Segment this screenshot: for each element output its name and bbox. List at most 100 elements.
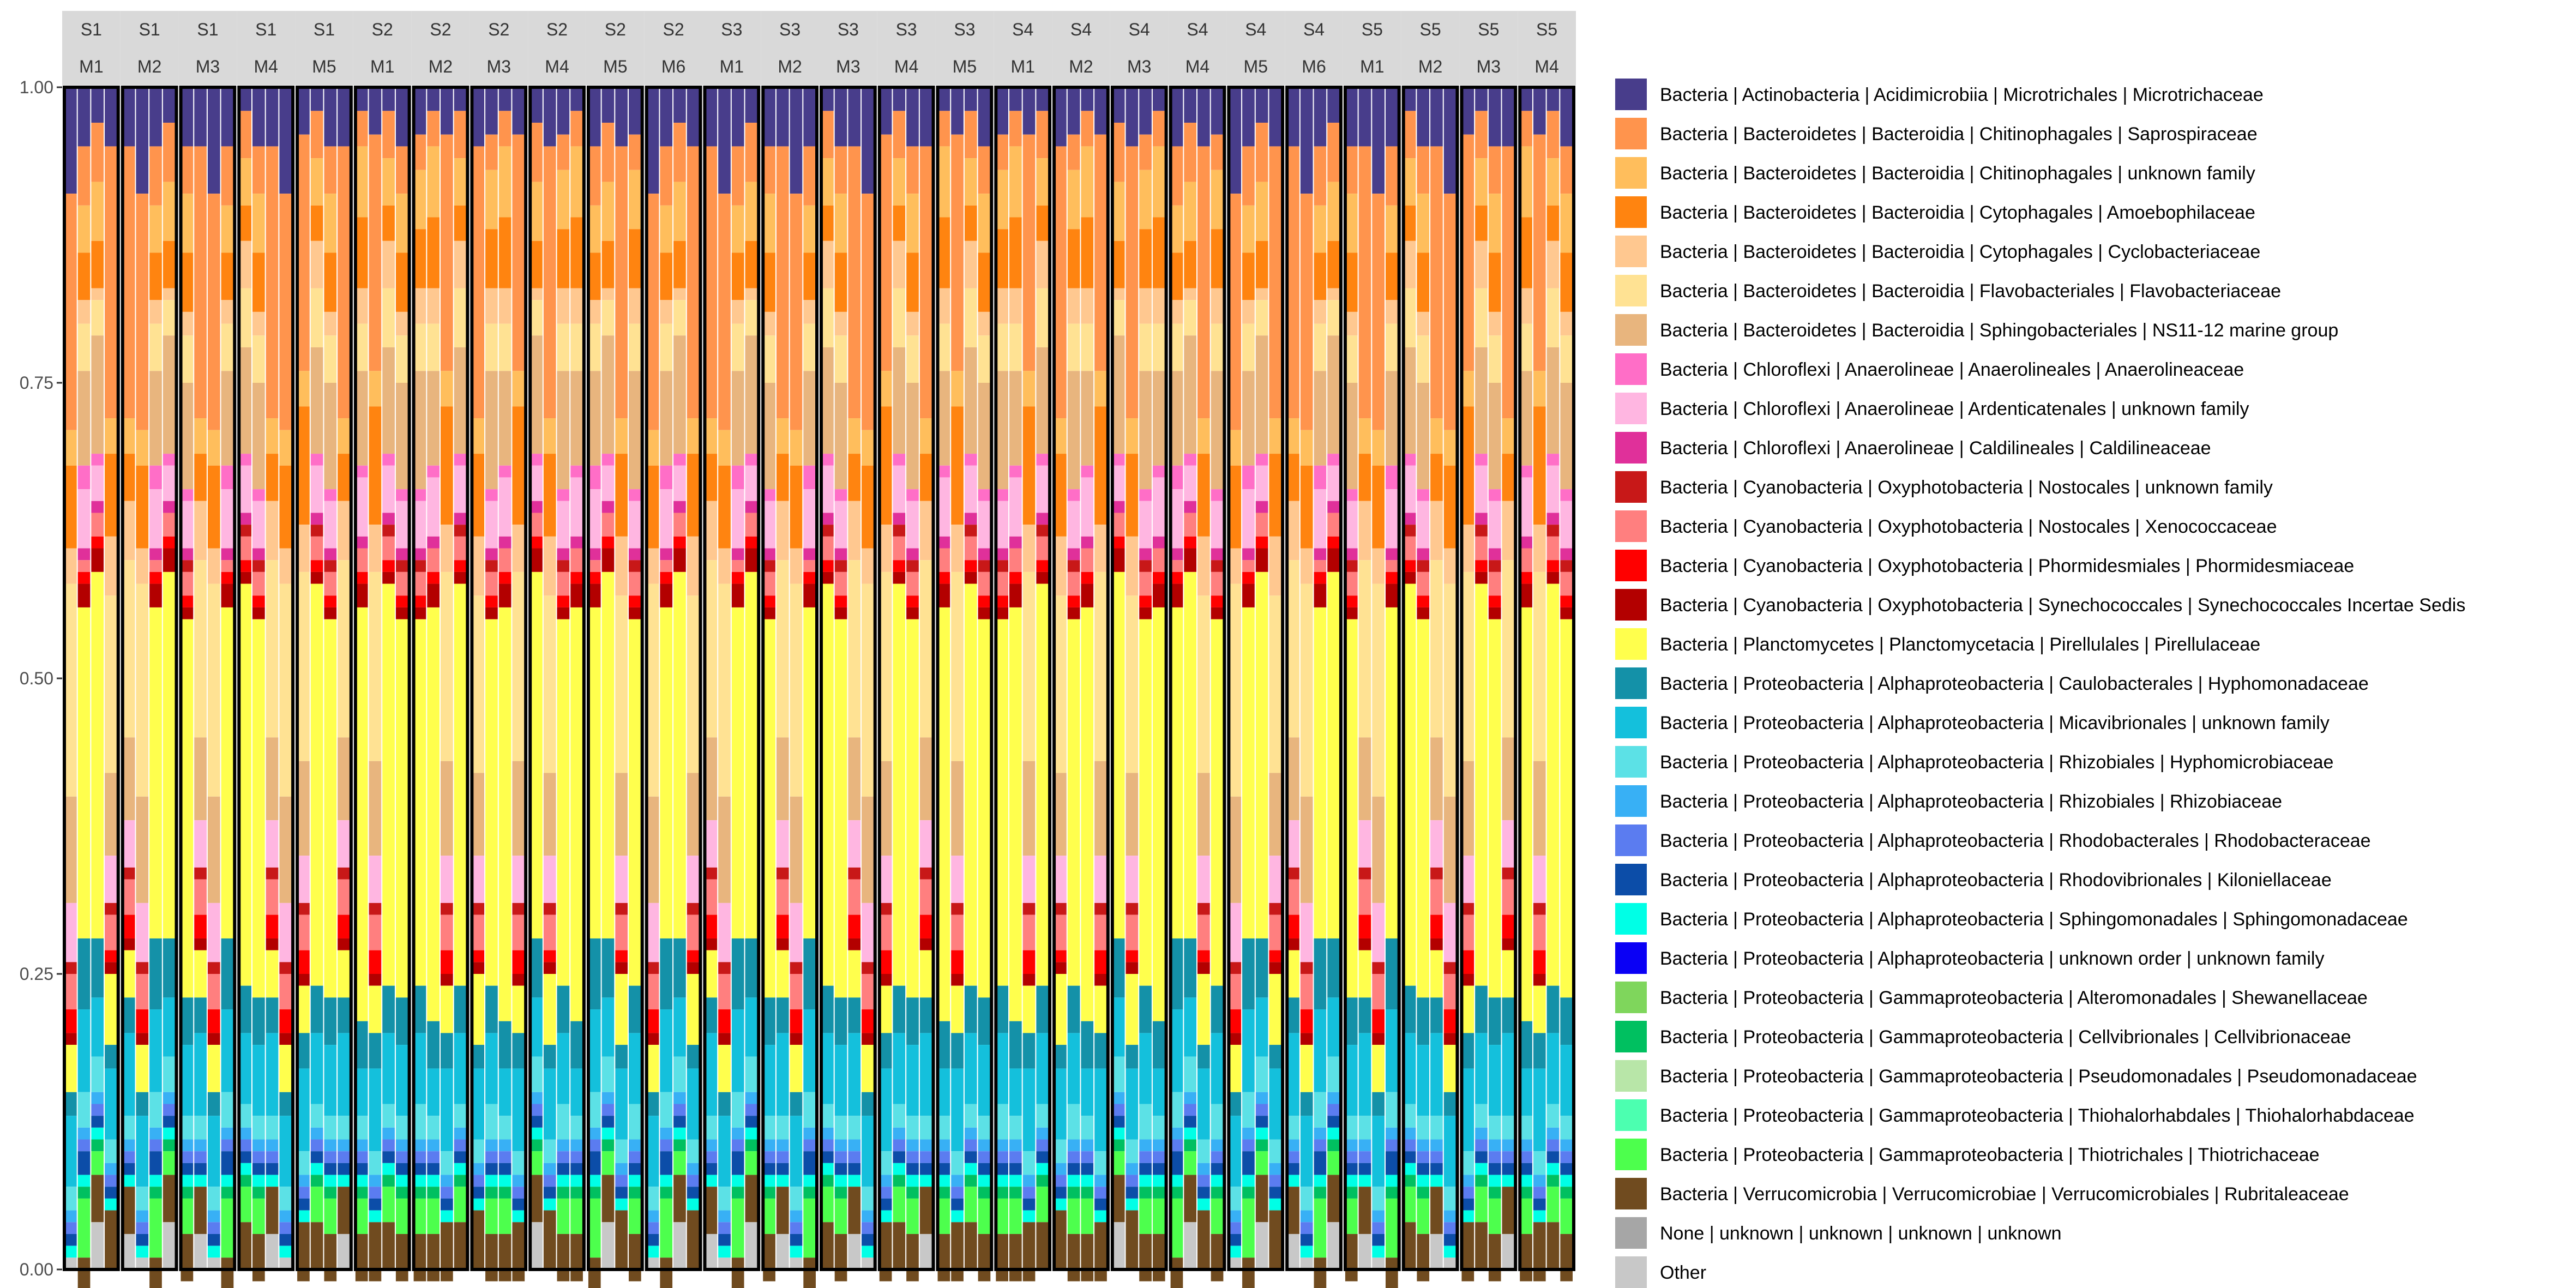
bar-segment <box>1300 1233 1313 1246</box>
bar-segment <box>427 323 440 371</box>
bar-segment <box>629 1151 641 1163</box>
bar-segment <box>615 536 628 596</box>
bar-segment <box>162 240 176 288</box>
bar-segment <box>1372 902 1385 962</box>
bar-segment <box>395 997 408 1045</box>
bar-segment <box>763 252 775 312</box>
bar-segment <box>149 252 162 300</box>
legend-label: Bacteria | Proteobacteria | Alphaproteob… <box>1660 791 2282 812</box>
bar-segment <box>1197 950 1210 962</box>
bar-segment <box>1403 1175 1416 1187</box>
bar-segment <box>324 501 337 549</box>
bar-segment <box>937 607 950 1021</box>
facet-label-month: M4 <box>1185 57 1209 76</box>
bar-segment <box>543 536 556 596</box>
bar-segment <box>1475 525 1488 537</box>
bar-segment <box>1443 796 1456 903</box>
bar-segment <box>136 1116 149 1187</box>
bar-segment <box>1461 1151 1474 1175</box>
bar-segment <box>1112 1175 1125 1223</box>
bar-segment <box>1242 938 1255 1010</box>
bar-segment <box>1287 1187 1299 1234</box>
bar-segment <box>687 1045 700 1069</box>
bar-segment <box>1036 1222 1049 1269</box>
bar-segment <box>1403 1104 1416 1128</box>
legend-swatch <box>1615 471 1647 503</box>
bar-segment <box>221 1127 234 1140</box>
bar-segment <box>1112 536 1125 549</box>
bar-segment <box>588 938 601 1010</box>
bar-segment <box>1094 950 1107 974</box>
bar-segment <box>1112 997 1125 1057</box>
bar-segment <box>919 501 932 561</box>
bar-segment <box>821 465 834 513</box>
bar-segment <box>834 1116 847 1140</box>
bar-segment <box>1461 1210 1474 1223</box>
bar-segment <box>1184 465 1196 501</box>
bar-segment <box>1327 938 1340 998</box>
bar-segment <box>1488 87 1501 147</box>
legend-label: Bacteria | Proteobacteria | Gammaproteob… <box>1660 1105 2415 1126</box>
bar-segment <box>427 1187 440 1199</box>
bar-segment <box>1386 548 1398 561</box>
bar-segment <box>162 1175 176 1223</box>
facet-strip: S2M1 <box>353 11 412 85</box>
bar-segment <box>136 796 149 903</box>
bar-segment <box>472 914 485 950</box>
bar-segment <box>413 1233 426 1281</box>
bar-segment <box>629 1175 641 1187</box>
bar-segment <box>557 489 570 501</box>
bar-segment <box>252 1045 265 1116</box>
bar-segment <box>1314 1198 1327 1258</box>
bar-segment <box>615 902 628 915</box>
bar-segment <box>355 536 368 549</box>
bar-segment <box>673 1104 686 1116</box>
bar-segment <box>937 1175 950 1187</box>
facet-label-site: S4 <box>1012 20 1033 39</box>
stacked-bar <box>530 87 543 1269</box>
bar-segment <box>441 985 453 1033</box>
bar-segment <box>1520 465 1532 478</box>
bar-segment <box>1372 430 1385 466</box>
legend-label: Bacteria | Bacteroidetes | Bacteroidia |… <box>1660 202 2255 223</box>
bar-segment <box>862 1092 874 1116</box>
bar-segment <box>1170 300 1183 324</box>
bar-segment <box>1036 111 1049 159</box>
bar-segment <box>906 607 919 619</box>
bar-segment <box>64 1257 77 1269</box>
bar-segment <box>1345 1116 1358 1140</box>
bar-segment <box>1417 607 1430 619</box>
bar-segment <box>848 867 861 880</box>
bar-segment <box>1327 1127 1340 1140</box>
bar-segment <box>1255 1222 1268 1269</box>
bar-segment <box>1067 1198 1080 1234</box>
bar-segment <box>919 1175 932 1187</box>
facet-label-month: M3 <box>1477 57 1501 76</box>
stacked-bar <box>1546 87 1560 1269</box>
bar-segment <box>1229 1045 1242 1092</box>
bar-segment <box>1229 796 1242 903</box>
bar-segment <box>485 1151 498 1163</box>
bar-segment <box>1211 1198 1224 1234</box>
bar-segment <box>1139 1163 1152 1175</box>
bar-segment <box>1139 560 1152 572</box>
bar-segment <box>1094 87 1107 135</box>
bar-segment <box>1560 1175 1573 1187</box>
bar-segment <box>673 536 686 549</box>
bar-segment <box>790 465 803 549</box>
bar-segment <box>978 1175 991 1187</box>
bar-segment <box>1488 311 1501 336</box>
bar-segment <box>601 1151 615 1175</box>
bar-segment <box>588 252 601 300</box>
bar-segment <box>1139 985 1152 1033</box>
bar-segment <box>1327 454 1340 466</box>
stacked-bar <box>485 87 498 1281</box>
bar-segment <box>454 1151 467 1163</box>
bar-segment <box>162 335 176 454</box>
bar-segment <box>1170 1139 1183 1152</box>
bar-segment <box>1386 1198 1398 1258</box>
bar-segment <box>1152 371 1165 466</box>
bar-segment <box>821 347 834 454</box>
bar-segment <box>194 501 207 561</box>
bar-segment <box>687 1187 700 1199</box>
